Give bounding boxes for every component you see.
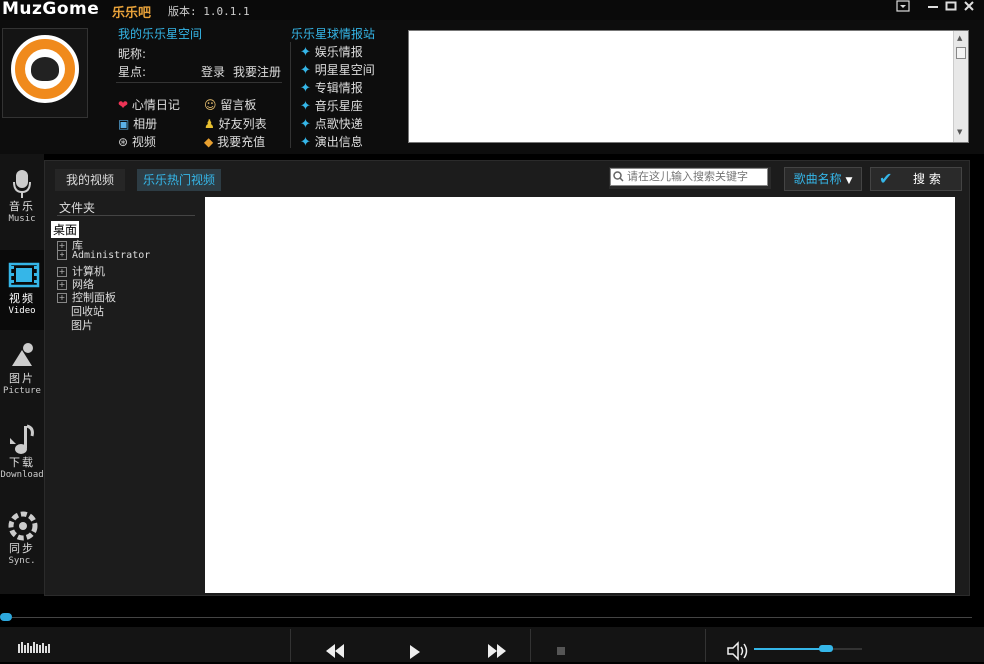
divider bbox=[116, 82, 282, 83]
recharge-icon: ◆ bbox=[204, 135, 214, 149]
video-icon: ⊛ bbox=[118, 135, 129, 149]
album-link[interactable]: ▣ 相册 bbox=[118, 115, 157, 132]
avatar[interactable] bbox=[2, 28, 88, 118]
maximize-icon[interactable] bbox=[942, 0, 960, 16]
star-icon: ✦ bbox=[300, 117, 311, 132]
nav-item-music[interactable]: 音乐 Music bbox=[0, 168, 44, 248]
scroll-down-icon[interactable]: ▼ bbox=[957, 128, 962, 136]
scroll-thumb[interactable] bbox=[956, 47, 966, 59]
mood-diary-icon: ❤ bbox=[118, 98, 129, 112]
volume-slider-handle[interactable] bbox=[819, 645, 833, 652]
points-label: 星点: bbox=[118, 65, 147, 79]
friends-link[interactable]: ♟ 好友列表 bbox=[204, 115, 267, 132]
folder-title: 文件夹 bbox=[59, 201, 96, 215]
app-logo-cn: 乐乐吧 bbox=[112, 6, 152, 21]
folder-pane: 文件夹 桌面 + 库 + Administrator + 计算机 + 网络 + 控制面板 … bbox=[51, 197, 195, 592]
expand-icon[interactable]: + bbox=[57, 293, 67, 303]
message-board-icon: ☺ bbox=[204, 98, 217, 112]
mood-diary-link[interactable]: ❤ 心情日记 bbox=[118, 96, 180, 113]
rewind-icon[interactable] bbox=[326, 644, 344, 661]
star-icon: ✦ bbox=[300, 81, 311, 96]
chevron-down-icon: ▼ bbox=[845, 176, 853, 186]
volume-slider-fill bbox=[754, 648, 826, 650]
star-icon: ✦ bbox=[300, 45, 311, 60]
fast-forward-icon[interactable] bbox=[488, 644, 506, 661]
login-link[interactable]: 登录 bbox=[201, 63, 225, 80]
divider bbox=[290, 629, 291, 662]
close-icon[interactable] bbox=[960, 0, 978, 16]
picture-icon bbox=[8, 340, 36, 370]
tree-item-selected[interactable]: 桌面 bbox=[51, 221, 80, 238]
divider bbox=[290, 42, 291, 148]
search-type-dropdown[interactable]: 歌曲名称 ▼ bbox=[784, 167, 862, 191]
register-link[interactable]: 我要注册 bbox=[233, 63, 281, 80]
search-icon bbox=[613, 171, 624, 185]
progress-track[interactable] bbox=[12, 617, 972, 618]
message-board-link[interactable]: ☺ 留言板 bbox=[204, 96, 256, 113]
equalizer-icon[interactable] bbox=[18, 641, 50, 656]
scrollbar[interactable]: ▲ ▼ bbox=[953, 31, 968, 142]
news-item[interactable]: ✦ 演出信息 bbox=[300, 133, 363, 150]
recharge-link[interactable]: ◆ 我要充值 bbox=[204, 133, 265, 150]
nickname-label: 昵称: bbox=[118, 47, 147, 61]
friends-icon: ♟ bbox=[204, 117, 215, 131]
star-icon: ✦ bbox=[300, 135, 311, 150]
profile-section-title: 我的乐乐星空间 bbox=[118, 27, 203, 41]
nav-item-video[interactable]: 视频 Video bbox=[0, 250, 44, 330]
avatar-logo-icon bbox=[11, 35, 79, 103]
volume-icon[interactable] bbox=[726, 641, 750, 664]
divider bbox=[705, 629, 706, 662]
news-section-title: 乐乐星球情报站 bbox=[291, 27, 376, 41]
tree-item[interactable]: + Administrator bbox=[57, 250, 150, 261]
search-input[interactable] bbox=[610, 168, 768, 186]
news-item[interactable]: ✦ 娱乐情报 bbox=[300, 43, 363, 60]
stop-icon[interactable] bbox=[557, 647, 565, 655]
news-item[interactable]: ✦ 专辑情报 bbox=[300, 79, 363, 96]
news-item[interactable]: ✦ 明星星空间 bbox=[300, 61, 375, 78]
checkmark-icon: ✔ bbox=[879, 169, 893, 188]
download-icon bbox=[8, 424, 36, 454]
main-panel: 我的视频 乐乐热门视频 歌曲名称 ▼ ✔ 搜 索 文件夹 桌面 +库 +Admi… bbox=[44, 160, 970, 596]
scroll-up-icon[interactable]: ▲ bbox=[957, 34, 962, 42]
nav-item-picture[interactable]: 图片 Picture bbox=[0, 340, 44, 420]
play-icon[interactable] bbox=[410, 645, 420, 662]
tab-my-videos[interactable]: 我的视频 bbox=[55, 169, 125, 191]
left-nav: 音乐 Music 视频 Video 图片 Picture 下载 Download… bbox=[0, 154, 44, 594]
tab-hot-videos[interactable]: 乐乐热门视频 bbox=[137, 169, 221, 191]
menu-icon[interactable] bbox=[894, 0, 912, 16]
tree-item[interactable]: 图片 bbox=[71, 317, 93, 333]
nav-item-download[interactable]: 下载 Download bbox=[0, 424, 44, 504]
app-logo: MuzGome bbox=[2, 0, 100, 19]
video-link[interactable]: ⊛ 视频 bbox=[118, 133, 156, 150]
star-icon: ✦ bbox=[300, 63, 311, 78]
expand-icon[interactable]: + bbox=[57, 250, 67, 260]
news-display-box: ▲ ▼ bbox=[408, 30, 969, 143]
divider bbox=[57, 215, 195, 216]
news-item[interactable]: ✦ 音乐星座 bbox=[300, 97, 363, 114]
star-icon: ✦ bbox=[300, 99, 311, 114]
album-icon: ▣ bbox=[118, 117, 130, 131]
sync-icon bbox=[8, 510, 38, 541]
minimize-icon[interactable] bbox=[924, 0, 942, 16]
news-item[interactable]: ✦ 点歌快递 bbox=[300, 115, 363, 132]
search-button[interactable]: ✔ 搜 索 bbox=[870, 167, 962, 191]
version-label: 版本: 1.0.1.1 bbox=[168, 5, 250, 18]
microphone-icon bbox=[8, 168, 36, 198]
nav-item-sync[interactable]: 同步 Sync. bbox=[0, 510, 44, 590]
progress-handle[interactable] bbox=[0, 613, 12, 621]
divider bbox=[530, 629, 531, 662]
film-icon bbox=[8, 260, 40, 290]
video-content-area[interactable] bbox=[205, 197, 955, 593]
